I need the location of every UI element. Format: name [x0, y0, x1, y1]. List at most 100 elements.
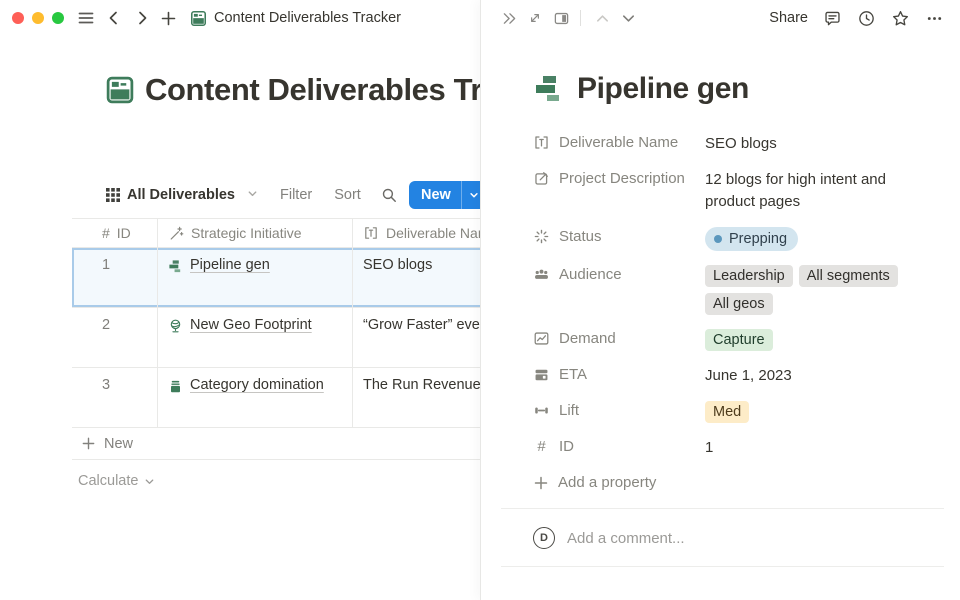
cell-id[interactable]: 1 — [72, 248, 158, 307]
property-row-id: # ID 1 — [533, 430, 944, 466]
breadcrumb-title[interactable]: Content Deliverables Tracker — [214, 10, 401, 26]
calculate-label: Calculate — [78, 473, 138, 489]
status-spinner-icon — [533, 228, 550, 245]
table-new-row-button[interactable]: New — [72, 428, 480, 460]
page-title[interactable]: Content Deliverables Tracker — [145, 72, 480, 108]
sort-button[interactable]: Sort — [334, 187, 361, 203]
column-header-deliverable-name[interactable]: Deliverable Name — [353, 219, 480, 247]
property-value[interactable]: Leadership All segments All geos — [705, 265, 905, 315]
filter-button[interactable]: Filter — [280, 187, 312, 203]
cell-initiative[interactable]: New Geo Footprint — [158, 308, 353, 367]
trend-chart-icon — [533, 330, 550, 347]
view-tab-all-deliverables[interactable]: All Deliverables — [106, 187, 258, 203]
table-row[interactable]: 1 Pipeline gen SEO blogs — [72, 248, 480, 308]
property-name: Status — [559, 228, 602, 245]
close-peek-icon[interactable] — [496, 5, 522, 31]
expand-full-page-icon[interactable] — [522, 5, 548, 31]
tag[interactable]: Leadership — [705, 265, 793, 287]
record-icon[interactable] — [533, 73, 565, 105]
property-value[interactable]: Prepping — [705, 227, 905, 251]
property-label[interactable]: # ID — [533, 437, 705, 455]
calculate-button[interactable]: Calculate — [72, 466, 480, 496]
plus-icon — [533, 475, 549, 491]
comment-input[interactable]: Add a comment... — [567, 530, 685, 547]
property-label[interactable]: Demand — [533, 329, 705, 347]
table-row[interactable]: 3 Category domination The Run Revenue S — [72, 368, 480, 428]
row-page-link[interactable]: Pipeline gen — [190, 257, 270, 273]
back-icon[interactable] — [102, 6, 126, 30]
add-property-label: Add a property — [558, 474, 656, 491]
record-title-row: Pipeline gen — [533, 72, 960, 106]
property-value[interactable]: Med — [705, 401, 905, 423]
chevron-down-icon — [144, 476, 155, 487]
cell-deliverable[interactable]: SEO blogs — [353, 248, 480, 307]
cell-deliverable[interactable]: “Grow Faster” event — [353, 308, 480, 367]
divider — [501, 566, 944, 567]
column-label: ID — [117, 225, 131, 241]
property-label[interactable]: ETA — [533, 365, 705, 383]
cell-id[interactable]: 3 — [72, 368, 158, 427]
property-value[interactable]: SEO blogs — [705, 133, 905, 155]
cell-deliverable[interactable]: The Run Revenue S — [353, 368, 480, 427]
panel-body: Pipeline gen Deliverable Name SEO blogs — [481, 36, 960, 567]
table-view-icon — [106, 188, 120, 202]
history-icon[interactable] — [857, 9, 876, 28]
table-row[interactable]: 2 New Geo Footprint “Grow Faster” event — [72, 308, 480, 368]
zoom-window-button[interactable] — [52, 12, 64, 24]
main-area: Content Deliverables Tracker Content Del… — [0, 0, 480, 600]
property-label[interactable]: Audience — [533, 265, 705, 283]
side-peek-icon[interactable] — [548, 5, 574, 31]
column-header-id[interactable]: # ID — [72, 219, 158, 247]
tag[interactable]: All segments — [799, 265, 898, 287]
property-label[interactable]: Project Description — [533, 169, 705, 187]
property-row-demand: Demand Capture — [533, 322, 944, 358]
previous-record-icon[interactable] — [589, 5, 615, 31]
minimize-window-button[interactable] — [32, 12, 44, 24]
row-page-link[interactable]: New Geo Footprint — [190, 317, 312, 333]
close-window-button[interactable] — [12, 12, 24, 24]
cell-initiative[interactable]: Category domination — [158, 368, 353, 427]
property-label[interactable]: Lift — [533, 401, 705, 419]
property-label[interactable]: Deliverable Name — [533, 133, 705, 151]
new-tab-icon[interactable] — [156, 6, 180, 30]
property-value[interactable]: 12 blogs for high intent and product pag… — [705, 169, 905, 213]
search-icon[interactable] — [381, 187, 397, 203]
status-pill[interactable]: Prepping — [705, 227, 798, 251]
property-label[interactable]: Status — [533, 227, 705, 245]
column-header-strategic-initiative[interactable]: Strategic Initiative — [158, 219, 353, 247]
next-record-icon[interactable] — [615, 5, 641, 31]
dumbbell-icon — [533, 402, 550, 419]
page-cover-icon[interactable] — [105, 75, 135, 105]
column-label: Deliverable Name — [386, 225, 480, 241]
property-value[interactable]: Capture — [705, 329, 905, 351]
cell-id[interactable]: 2 — [72, 308, 158, 367]
property-list: Deliverable Name SEO blogs Project Descr… — [533, 126, 944, 498]
traffic-lights — [12, 12, 64, 24]
property-name: Project Description — [559, 170, 685, 187]
favorite-star-icon[interactable] — [891, 9, 910, 28]
status-dot-icon — [714, 235, 722, 243]
comment-composer[interactable]: D Add a comment... — [533, 525, 944, 551]
tag[interactable]: Med — [705, 401, 749, 423]
add-property-button[interactable]: Add a property — [533, 466, 944, 498]
comments-icon[interactable] — [823, 9, 842, 28]
edit-icon — [533, 170, 550, 187]
forward-icon[interactable] — [130, 6, 154, 30]
view-toolbar: All Deliverables Filter Sort ••• — [106, 180, 431, 210]
text-icon — [363, 225, 379, 241]
more-menu-icon[interactable] — [925, 9, 944, 28]
row-page-link[interactable]: Category domination — [190, 377, 324, 393]
new-record-button[interactable]: New — [409, 181, 480, 209]
canister-icon — [168, 379, 183, 394]
cell-initiative[interactable]: Pipeline gen — [158, 248, 353, 307]
new-record-dropdown-icon[interactable] — [461, 181, 480, 209]
new-record-label: New — [409, 181, 461, 209]
sidebar-menu-icon[interactable] — [74, 6, 98, 30]
share-button[interactable]: Share — [769, 10, 808, 26]
property-value[interactable]: 1 — [705, 437, 905, 459]
record-title[interactable]: Pipeline gen — [577, 72, 749, 106]
tag[interactable]: Capture — [705, 329, 773, 351]
property-value[interactable]: June 1, 2023 — [705, 365, 905, 387]
new-row-label: New — [104, 436, 133, 452]
tag[interactable]: All geos — [705, 293, 773, 315]
